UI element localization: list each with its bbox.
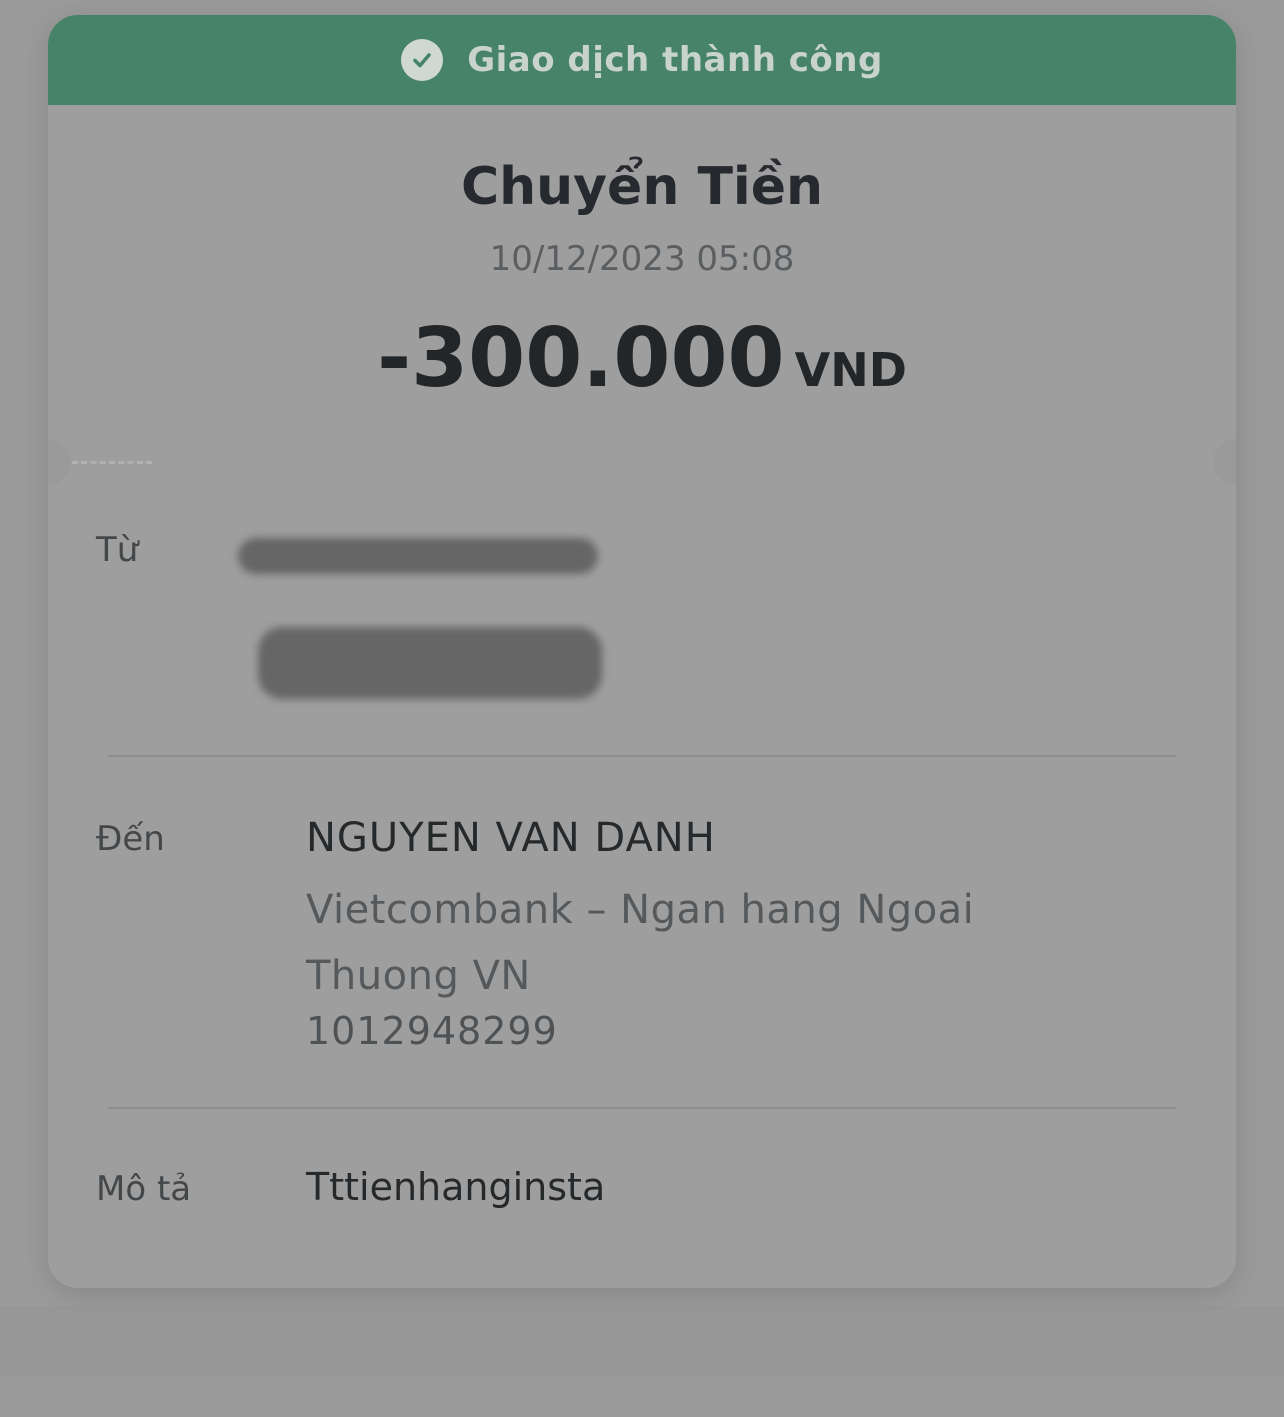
divider [108,755,1176,757]
recipient-bank-line1: Vietcombank – Ngan hang Ngoai [306,887,975,933]
transaction-receipt-card: Giao dịch thành công Chuyển Tiền 10/12/2… [48,15,1236,1288]
from-label: Từ [96,530,139,570]
to-label: Đến [96,819,165,859]
amount-value: -300.000 [377,311,785,406]
recipient-bank-line2: Thuong VN [306,953,531,999]
transaction-amount: -300.000 VND [48,311,1236,406]
amount-currency: VND [794,343,907,397]
transaction-title: Chuyển Tiền [460,157,824,217]
perforation-line [72,461,152,464]
description-label: Mô tả [96,1169,192,1209]
ticket-notch-right [1213,439,1236,485]
recipient-account-number: 1012948299 [306,1009,558,1053]
check-circle-icon [401,39,444,81]
description-value: Tttienhanginsta [306,1165,606,1209]
redacted-sender-account [258,627,602,699]
background-row-top [0,1306,1284,1376]
divider [108,1107,1176,1109]
ticket-notch-left [48,439,71,485]
status-banner: Giao dịch thành công [48,15,1236,105]
transaction-datetime: 10/12/2023 05:08 [489,239,795,279]
redacted-sender-name [238,538,598,574]
recipient-name: NGUYEN VAN DANH [306,815,716,861]
status-text: Giao dịch thành công [467,40,883,80]
